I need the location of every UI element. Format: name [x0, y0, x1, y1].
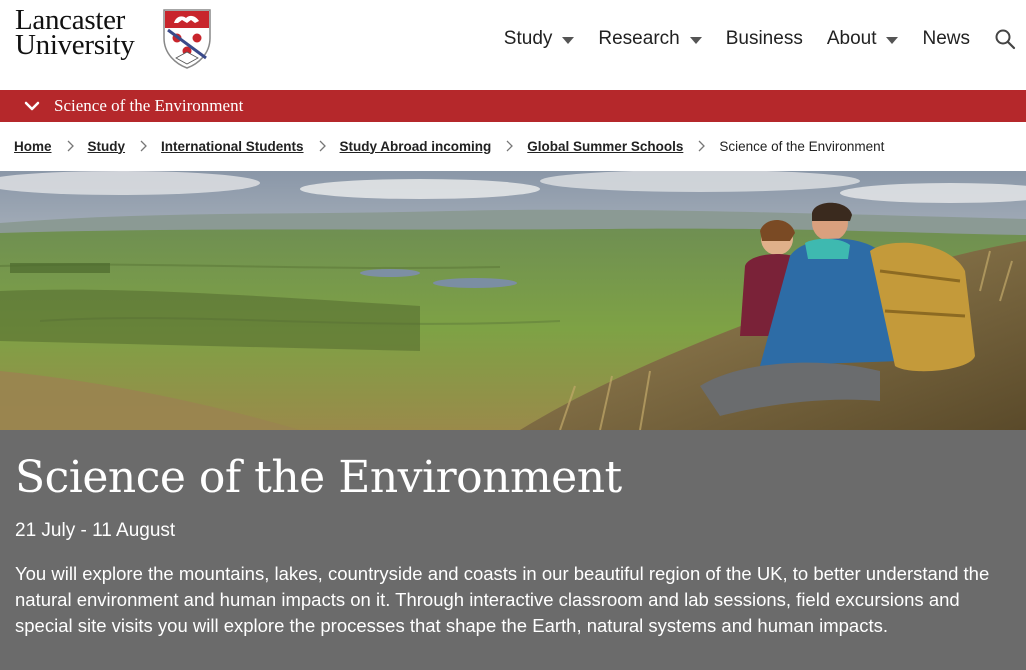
section-title[interactable]: Science of the Environment	[54, 96, 243, 116]
breadcrumb-study-abroad-incoming[interactable]: Study Abroad incoming	[340, 139, 492, 154]
breadcrumb-home[interactable]: Home	[14, 139, 52, 154]
nav-about[interactable]: About	[827, 28, 899, 50]
caret-down-icon	[689, 36, 702, 44]
breadcrumb-study[interactable]: Study	[88, 139, 126, 154]
nav-research[interactable]: Research	[598, 28, 702, 50]
chevron-right-icon	[140, 140, 147, 152]
nav-business[interactable]: Business	[726, 28, 803, 50]
section-bar: Science of the Environment	[0, 90, 1026, 122]
caret-down-icon	[562, 36, 575, 44]
chevron-right-icon	[319, 140, 326, 152]
course-dates: 21 July - 11 August	[15, 520, 176, 541]
breadcrumb-current: Science of the Environment	[719, 138, 885, 154]
caret-down-icon	[886, 36, 899, 44]
course-intro-panel: Science of the Environment 21 July - 11 …	[0, 430, 1026, 670]
nav-business-label: Business	[725, 28, 803, 49]
nav-study[interactable]: Study	[504, 28, 575, 50]
main-nav: Study Research Business About News	[504, 26, 1026, 52]
nav-about-label: About	[826, 28, 877, 49]
chevron-down-icon[interactable]	[22, 96, 42, 116]
breadcrumb-international-students[interactable]: International Students	[161, 139, 304, 154]
nav-study-label: Study	[503, 28, 553, 49]
page-title: Science of the Environment	[15, 452, 622, 503]
university-logo[interactable]: Lancaster University	[15, 6, 215, 72]
chevron-right-icon	[506, 140, 514, 152]
chevron-right-icon	[698, 140, 706, 152]
breadcrumb-global-summer-schools[interactable]: Global Summer Schools	[527, 139, 683, 154]
logo-line-2: University	[15, 29, 135, 61]
course-description: You will explore the mountains, lakes, c…	[15, 563, 990, 636]
search-icon[interactable]	[994, 28, 1016, 50]
university-shield-icon	[163, 9, 211, 69]
chevron-right-icon	[67, 140, 74, 152]
site-header: Lancaster University Study Research Busi…	[0, 0, 1026, 88]
nav-research-label: Research	[598, 28, 680, 49]
nav-news-label: News	[922, 28, 970, 49]
breadcrumb: Home Study International Students Study …	[0, 122, 1026, 170]
logo-wordmark: Lancaster University	[15, 6, 135, 61]
nav-news[interactable]: News	[922, 28, 970, 50]
hero-image	[0, 171, 1026, 430]
